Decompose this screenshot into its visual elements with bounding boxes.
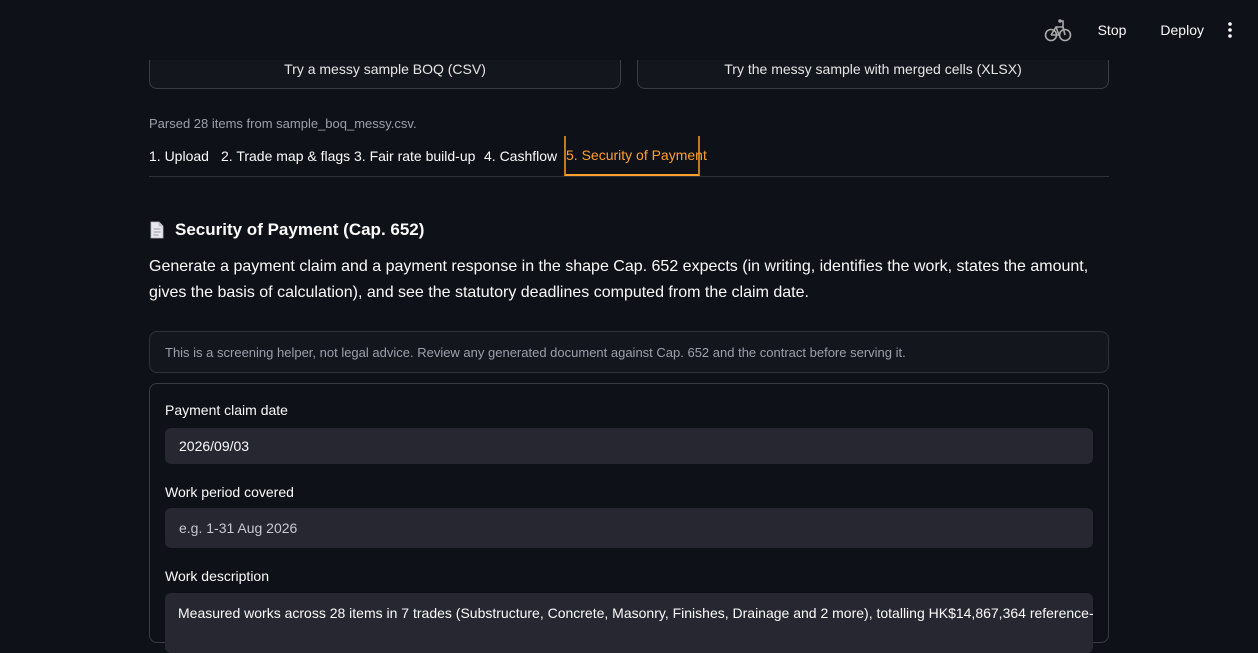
app-header: Stop Deploy — [0, 0, 1258, 60]
claim-date-label: Payment claim date — [165, 402, 288, 418]
page-title: Security of Payment (Cap. 652) — [175, 220, 425, 239]
tab-security-of-payment[interactable]: 5. Security of Payment — [564, 136, 707, 176]
work-description-label: Work description — [165, 568, 270, 584]
section-description: Generate a payment claim and a payment r… — [149, 258, 1089, 301]
work-description-textarea[interactable]: Measured works across 28 items in 7 trad… — [165, 593, 1093, 653]
stop-button[interactable]: Stop — [1090, 18, 1135, 42]
disclaimer-box: This is a screening helper, not legal ad… — [149, 331, 1109, 373]
tab-upload[interactable]: 1. Upload — [149, 136, 209, 175]
claim-date-input[interactable]: 2026/09/03 — [165, 428, 1093, 464]
bicycle-icon — [1044, 19, 1071, 42]
document-icon — [150, 221, 164, 239]
tab-trade-map[interactable]: 2. Trade map & flags — [221, 136, 350, 175]
tab-fair-rate[interactable]: 3. Fair rate build-up — [354, 136, 475, 175]
payment-claim-form: Payment claim date 2026/09/03 Work perio… — [149, 383, 1109, 653]
kebab-menu-icon[interactable] — [1222, 20, 1238, 40]
work-period-input[interactable]: e.g. 1-31 Aug 2026 — [165, 508, 1093, 548]
section-heading: Security of Payment (Cap. 652) — [149, 220, 424, 240]
status-area: Stop Deploy — [1044, 16, 1238, 44]
tab-cashflow[interactable]: 4. Cashflow — [484, 136, 557, 175]
disclaimer-text: This is a screening helper, not legal ad… — [165, 344, 906, 360]
tab-bar: 1. Upload 2. Trade map & flags 3. Fair r… — [149, 136, 1109, 177]
work-period-label: Work period covered — [165, 484, 294, 500]
deploy-button[interactable]: Deploy — [1152, 18, 1212, 42]
parsed-status-text: Parsed 28 items from sample_boq_messy.cs… — [149, 116, 417, 131]
